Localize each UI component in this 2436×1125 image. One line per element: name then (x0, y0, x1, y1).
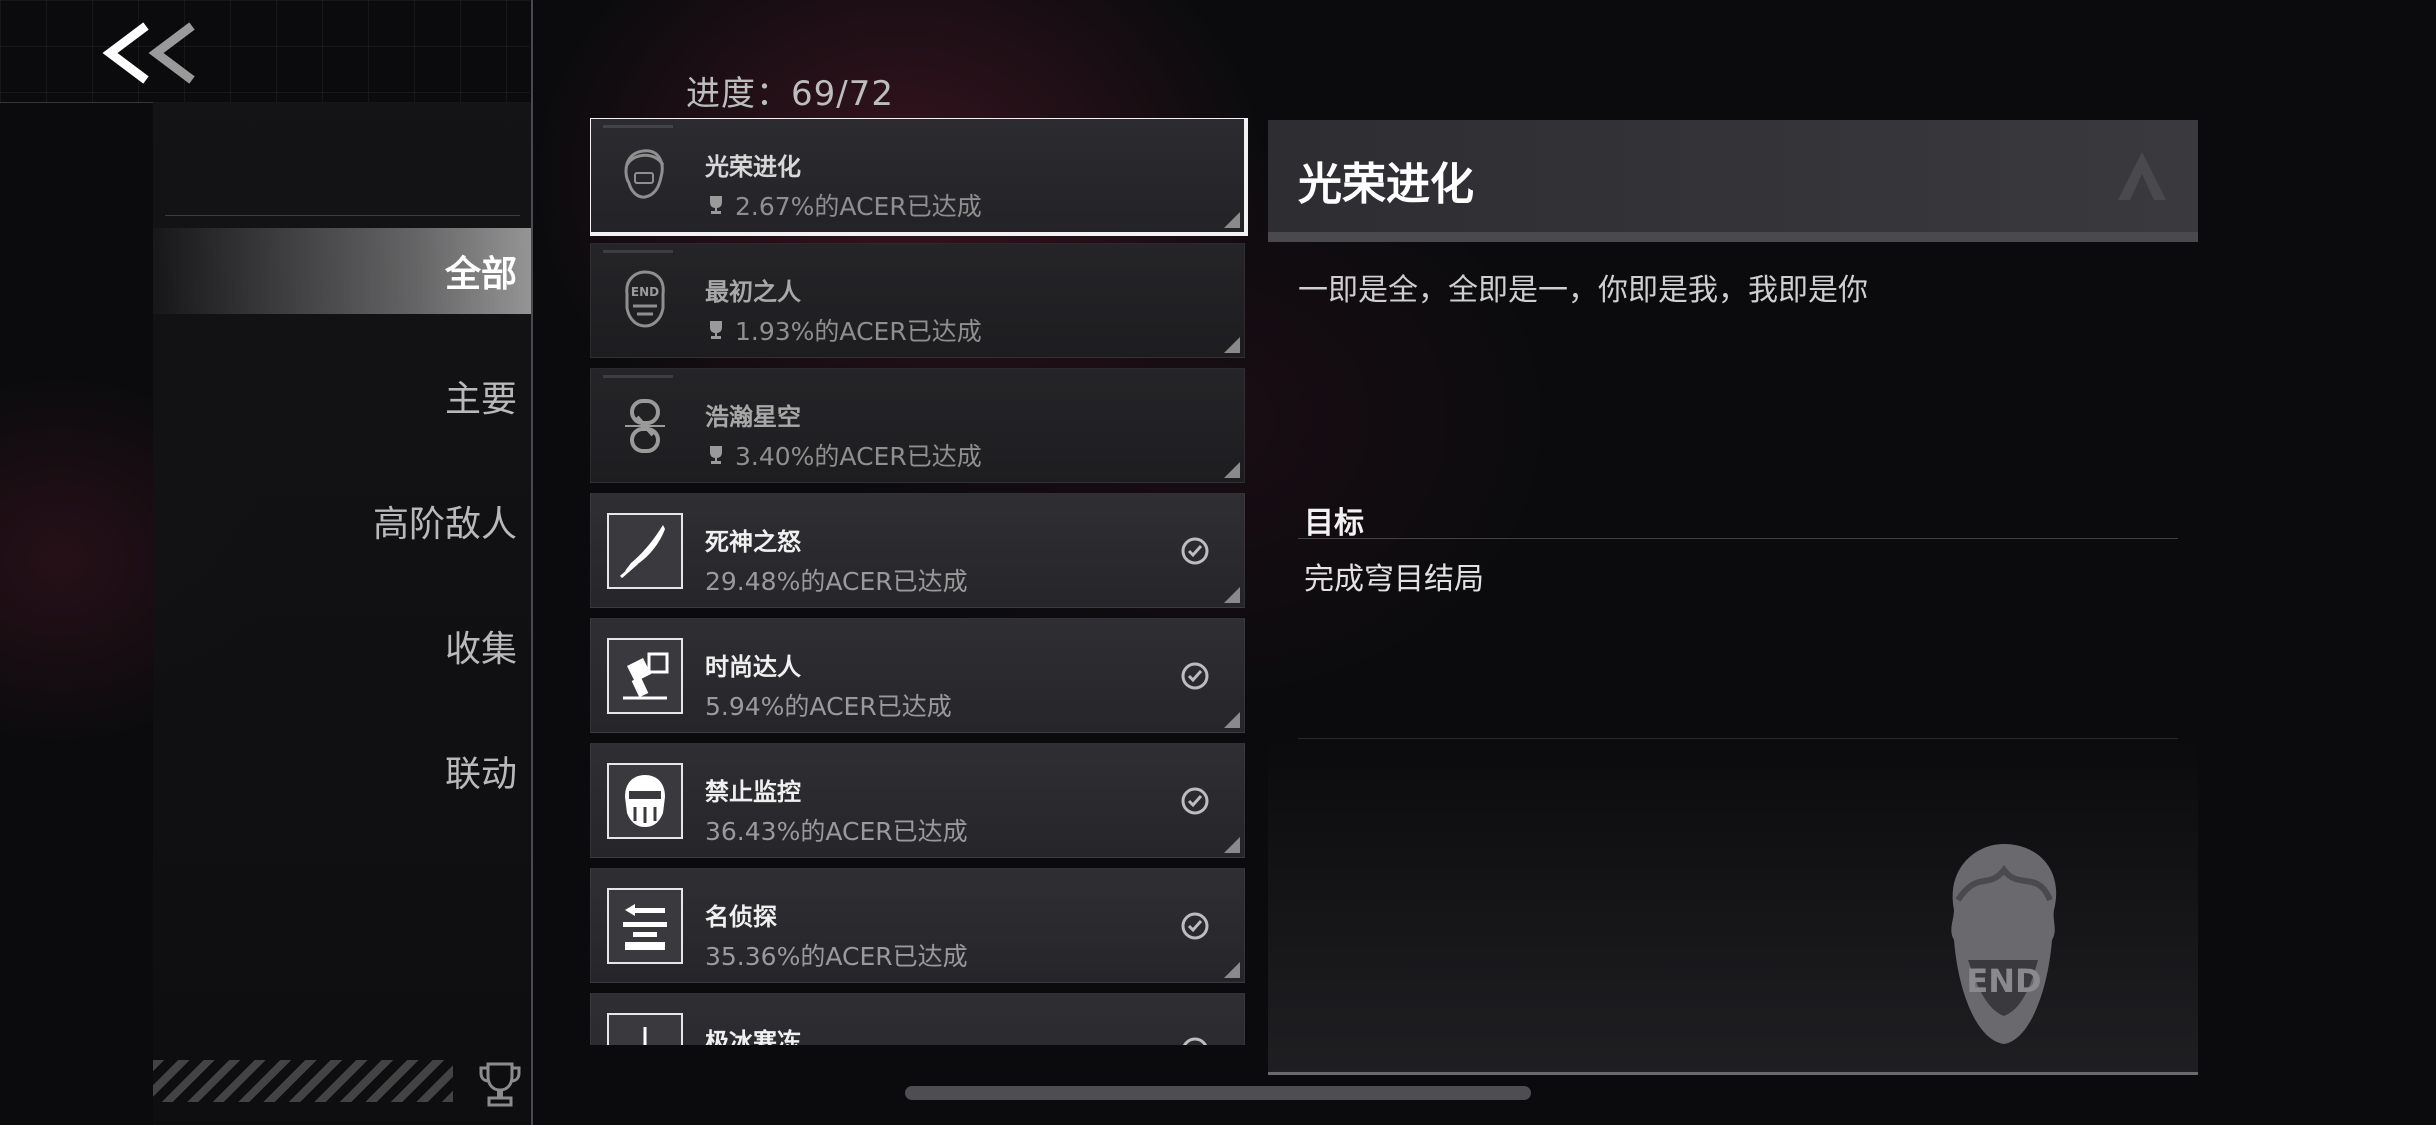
trophy-icon (478, 1060, 522, 1108)
achievement-card[interactable]: 光荣进化 2.67%的ACER已达成 (590, 118, 1248, 236)
achievement-card[interactable]: 禁止监控 36.43%的ACER已达成 (590, 743, 1245, 858)
ice-icon (607, 1013, 683, 1045)
nav-item-main[interactable]: 主要 (153, 353, 531, 439)
achievement-card[interactable]: 时尚达人 5.94%的ACER已达成 (590, 618, 1245, 733)
achievement-list[interactable]: 光荣进化 2.67%的ACER已达成 END 最初之人 1.93%的ACER已达… (590, 118, 1250, 1045)
svg-text:END: END (631, 285, 659, 299)
achievement-rate: 3.40%的ACER已达成 (735, 442, 982, 471)
trophy-icon (710, 446, 722, 464)
trophy-icon (710, 196, 722, 214)
triangle-logo-icon (2118, 152, 2166, 200)
achievement-title: 光荣进化 (705, 153, 801, 181)
detail-header-bar (1268, 232, 2198, 242)
end-head-emblem-icon: END (1951, 844, 2057, 1044)
card-tag (603, 375, 673, 378)
emblem-text: END (1966, 962, 2041, 1000)
nav-item-label: 全部 (444, 254, 517, 295)
nav-item-collection[interactable]: 收集 (153, 603, 531, 689)
goal-text: 完成穹目结局 (1304, 562, 1484, 597)
achievement-title: 名侦探 (705, 903, 777, 931)
trophy-icon (710, 321, 722, 339)
achievement-rate: 1.93%的ACER已达成 (735, 317, 982, 346)
achievement-card[interactable]: 浩瀚星空 3.40%的ACER已达成 (590, 368, 1245, 483)
check-circle-icon (1182, 1037, 1208, 1045)
card-corner (1224, 212, 1240, 228)
achievement-card[interactable]: END 最初之人 1.93%的ACER已达成 (590, 243, 1245, 358)
progress-text: 进度：69/72 (686, 74, 894, 114)
detail-header: 光荣进化 (1268, 120, 2198, 232)
scythe-blade-icon (607, 513, 683, 589)
end-head-icon: END (607, 263, 683, 339)
achievement-rate-row: 36.43%的ACER已达成 (705, 812, 968, 848)
nav-item-label: 收集 (444, 629, 517, 670)
card-tag (603, 250, 673, 253)
nav-item-collab[interactable]: 联动 (153, 728, 531, 814)
achievement-rate: 5.94%的ACER已达成 (705, 692, 952, 721)
achievement-card[interactable]: 死神之怒 29.48%的ACER已达成 (590, 493, 1245, 608)
detail-panel: 光荣进化 一即是全，全即是一，你即是我，我即是你 目标 完成穹目结局 END (1268, 120, 2198, 1075)
achievement-rate-row: 2.67%的ACER已达成 (705, 187, 982, 223)
card-corner (1224, 462, 1240, 478)
check-circle-icon (1181, 537, 1209, 565)
achievement-rate-row: 3.40%的ACER已达成 (705, 437, 982, 473)
detail-divider (1298, 738, 2178, 739)
check-circle-icon (1181, 662, 1209, 690)
head-profile-icon (607, 138, 683, 214)
achievement-title: 死神之怒 (705, 528, 801, 556)
card-corner (1224, 962, 1240, 978)
achievement-rate-row: 35.36%的ACER已达成 (705, 937, 968, 973)
nav-item-all[interactable]: 全部 (153, 228, 531, 314)
achievement-rate-row: 29.48%的ACER已达成 (705, 562, 968, 598)
achievement-rate: 2.67%的ACER已达成 (735, 192, 982, 221)
achievement-rate-row: 1.93%的ACER已达成 (705, 312, 982, 348)
card-corner (1224, 712, 1240, 728)
nav-item-label: 高阶敌人 (372, 504, 517, 545)
achievement-title: 时尚达人 (705, 653, 801, 681)
nav-item-label: 联动 (444, 754, 517, 795)
check-circle-icon (1181, 787, 1209, 815)
detail-description: 一即是全，全即是一，你即是我，我即是你 (1298, 273, 1868, 308)
nav-item-label: 主要 (444, 379, 517, 420)
nav-item-elite-enemies[interactable]: 高阶敌人 (153, 478, 531, 564)
sidebar-divider (165, 215, 520, 216)
achievement-rate: 35.36%的ACER已达成 (705, 942, 968, 971)
header-grid (0, 0, 530, 103)
achievement-rate-row: 5.94%的ACER已达成 (705, 687, 952, 723)
chain-link-icon (607, 388, 683, 464)
achievement-rate: 36.43%的ACER已达成 (705, 817, 968, 846)
achievement-title: 禁止监控 (705, 778, 801, 806)
achievement-card[interactable]: 名侦探 35.36%的ACER已达成 (590, 868, 1245, 983)
sidebar-stripes (153, 1060, 453, 1102)
check-circle-icon (1181, 912, 1209, 940)
sidebar-divider-vertical (531, 0, 533, 1125)
achievement-title: 最初之人 (705, 278, 801, 306)
card-corner (1224, 337, 1240, 353)
paint-tools-icon (607, 638, 683, 714)
card-corner (1224, 837, 1240, 853)
achievement-rate: 29.48%的ACER已达成 (705, 567, 968, 596)
home-indicator[interactable] (905, 1086, 1531, 1100)
goal-divider (1298, 538, 2178, 539)
achievement-title: 浩瀚星空 (705, 403, 801, 431)
masked-face-icon (607, 763, 683, 839)
double-chevron-left-icon (102, 22, 195, 84)
card-corner (1224, 587, 1240, 603)
back-button[interactable] (100, 20, 210, 86)
detective-icon (607, 888, 683, 964)
goal-label: 目标 (1304, 506, 1364, 541)
achievement-title: 极冰寒冻 (705, 1028, 801, 1045)
achievement-card[interactable]: 极冰寒冻 (590, 993, 1245, 1045)
detail-title: 光荣进化 (1298, 159, 1474, 210)
card-tag (603, 125, 673, 128)
